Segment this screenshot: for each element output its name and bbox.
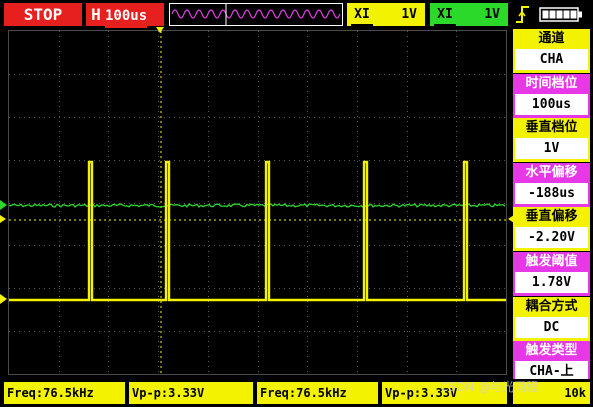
- timebase-indicator[interactable]: H 100us: [86, 3, 164, 28]
- channel-a-trace: [9, 160, 506, 302]
- menu-item-timebase[interactable]: 时间档位 100us: [513, 73, 590, 118]
- channel-b-badge[interactable]: XI 1V: [430, 3, 508, 26]
- menu-item-value: DC: [515, 316, 588, 338]
- menu-item-vertical-offset[interactable]: 垂直偏移 -2.20V: [513, 207, 590, 252]
- menu-item-label: 垂直偏移: [525, 209, 578, 225]
- measurement-frequency-a[interactable]: Freq:76.5kHz: [4, 382, 125, 404]
- waveform-overview: [169, 3, 343, 26]
- menu-item-label: 垂直档位: [525, 120, 578, 136]
- menu-item-label: 通道: [538, 31, 565, 46]
- menu-item-value: -2.20V: [515, 227, 588, 249]
- waveform-display[interactable]: [8, 30, 507, 375]
- timebase-label: H: [91, 5, 101, 24]
- menu-item-vertical-scale[interactable]: 垂直档位 1V: [513, 118, 590, 163]
- trigger-position-marker[interactable]: [156, 27, 164, 33]
- top-status-bar: STOP H 100us XI 1V XI 1V: [0, 0, 593, 29]
- menu-item-value: 100us: [515, 93, 588, 115]
- menu-item-value: 1V: [515, 138, 588, 160]
- settings-menu: 通道 CHA 时间档位 100us 垂直档位 1V 水平偏移 -188us 垂直…: [513, 29, 590, 386]
- battery-full-icon: [539, 7, 582, 22]
- menu-item-label: 水平偏移: [525, 164, 578, 180]
- channel-a-scale: 1V: [401, 7, 417, 22]
- measurement-frequency-b[interactable]: Freq:76.5kHz: [257, 382, 378, 404]
- menu-item-label: 时间档位: [525, 75, 578, 91]
- measurement-vpp-a[interactable]: Vp-p:3.33V: [129, 382, 253, 404]
- menu-item-value: CHA: [515, 49, 588, 70]
- watermark: CSDN @与光同程: [440, 380, 539, 394]
- menu-item-label: 触发类型: [525, 343, 578, 359]
- menu-item-trigger-threshold[interactable]: 触发阈值 1.78V: [513, 251, 590, 296]
- menu-item-horizontal-offset[interactable]: 水平偏移 -188us: [513, 162, 590, 207]
- menu-item-label: 触发阈值: [525, 253, 578, 269]
- trigger-rising-edge-icon: [516, 6, 529, 23]
- menu-item-coupling[interactable]: 耦合方式 DC: [513, 296, 590, 341]
- run-stop-button[interactable]: STOP: [4, 3, 82, 26]
- channel-b-trace: [9, 203, 506, 208]
- channel-b-scale: 1V: [484, 7, 500, 22]
- menu-item-channel[interactable]: 通道 CHA: [513, 29, 590, 73]
- channel-b-coupling-tag: XI: [434, 3, 456, 26]
- overview-sine-icon: [171, 4, 341, 25]
- menu-item-value: -188us: [515, 182, 588, 204]
- menu-item-label: 耦合方式: [525, 298, 578, 314]
- waveform-canvas: [9, 31, 506, 374]
- grid: [9, 31, 506, 374]
- trigger-level-marker[interactable]: [0, 215, 6, 223]
- timebase-value: 100us: [105, 5, 148, 28]
- channel-a-coupling-tag: XI: [351, 3, 373, 26]
- channel-b-offset-marker[interactable]: [0, 200, 7, 210]
- menu-item-value: 1.78V: [515, 271, 588, 293]
- channel-a-offset-marker[interactable]: [0, 294, 7, 304]
- channel-a-badge[interactable]: XI 1V: [347, 3, 425, 26]
